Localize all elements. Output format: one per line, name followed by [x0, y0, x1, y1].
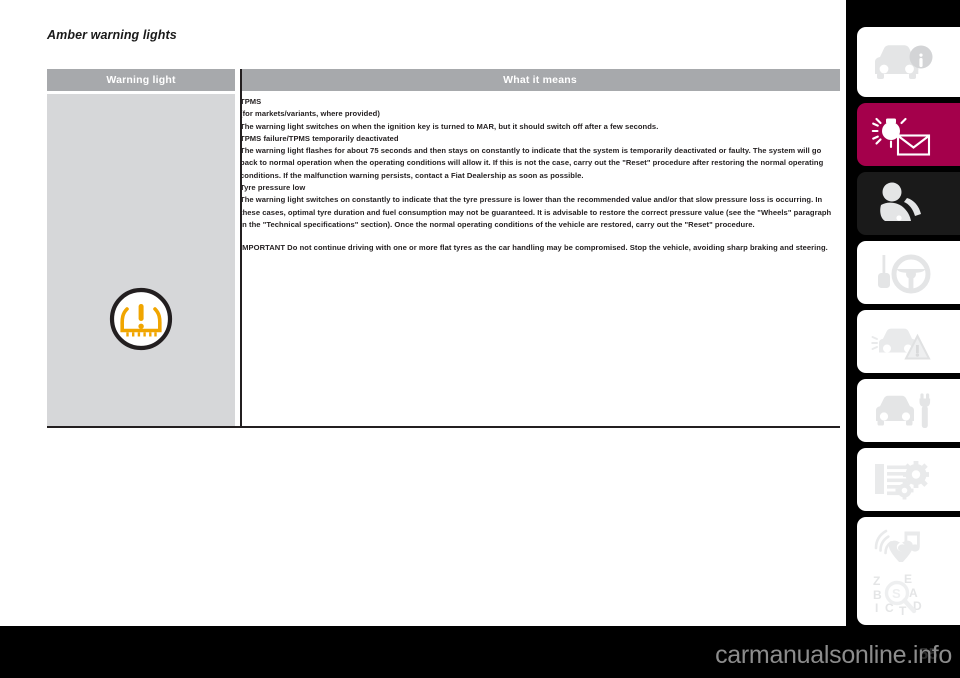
alphabetical-index-icon: Z B I C T E A D S — [873, 572, 922, 617]
table-row: TPMS (for markets/variants, where provid… — [47, 94, 840, 427]
svg-text:B: B — [873, 588, 882, 602]
section-tab-rail: Z B I C T E A D S — [846, 0, 960, 626]
svg-text:S: S — [892, 586, 901, 601]
sidebar-tab-car-info[interactable] — [857, 27, 960, 97]
sidebar-tab-alphabetical-index[interactable]: Z B I C T E A D S — [857, 562, 960, 625]
column-header-warning-light: Warning light — [47, 69, 235, 91]
tpms-failure-heading: TPMS failure/TPMS temporarily deactivate… — [240, 133, 399, 143]
table-column-divider — [240, 69, 242, 427]
tpms-subheading: (for markets/variants, where provided) — [240, 109, 380, 119]
svg-text:T: T — [899, 604, 907, 617]
sidebar-tab-starting-driving[interactable] — [857, 241, 960, 304]
specifications-gears-icon — [875, 460, 929, 499]
table-header-row: Warning light What it means — [47, 69, 840, 91]
column-header-what-it-means: What it means — [240, 69, 840, 91]
description-text: TPMS (for markets/variants, where provid… — [240, 96, 840, 255]
tpms-tyre-pressure-warning-icon — [109, 287, 173, 351]
table-bottom-rule — [47, 426, 840, 428]
page-title: Amber warning lights — [47, 28, 177, 42]
sidebar-tab-maintenance[interactable] — [857, 379, 960, 442]
svg-text:I: I — [875, 601, 878, 615]
tyre-pressure-low-heading: Tyre pressure low — [240, 183, 306, 193]
svg-text:A: A — [909, 586, 918, 600]
manual-page: Amber warning lights Warning light What … — [0, 0, 960, 678]
tpms-heading: TPMS — [240, 97, 262, 106]
warning-lights-table: Warning light What it means TPMS (for ma… — [47, 69, 840, 427]
what-it-means-cell: TPMS (for markets/variants, where provid… — [240, 94, 840, 427]
sidebar-tab-emergency[interactable] — [857, 310, 960, 373]
sidebar-tab-warning-lights[interactable] — [857, 103, 960, 166]
sidebar-tab-technical-specifications[interactable] — [857, 448, 960, 511]
tpms-paragraph-3: The warning light switches on constantly… — [240, 195, 832, 229]
site-watermark: carmanualsonline.info — [715, 641, 952, 669]
important-note: IMPORTANT Do not continue driving with o… — [240, 243, 828, 253]
tpms-paragraph-1: The warning light switches on when the i… — [240, 121, 659, 131]
car-info-icon — [875, 45, 933, 79]
car-wrench-maintenance-icon — [876, 392, 931, 428]
page-sheet: Amber warning lights Warning light What … — [0, 0, 846, 626]
airbag-safety-icon — [880, 182, 921, 221]
tpms-paragraph-2: The warning light flashes for about 75 s… — [240, 146, 824, 180]
key-steering-wheel-icon — [878, 254, 931, 293]
svg-text:E: E — [904, 572, 912, 586]
sidebar-tab-safety[interactable] — [857, 172, 960, 235]
warning-light-mail-icon — [871, 117, 931, 156]
svg-text:Z: Z — [873, 574, 880, 588]
warning-light-cell — [47, 94, 235, 427]
car-breakdown-triangle-icon — [871, 328, 931, 359]
